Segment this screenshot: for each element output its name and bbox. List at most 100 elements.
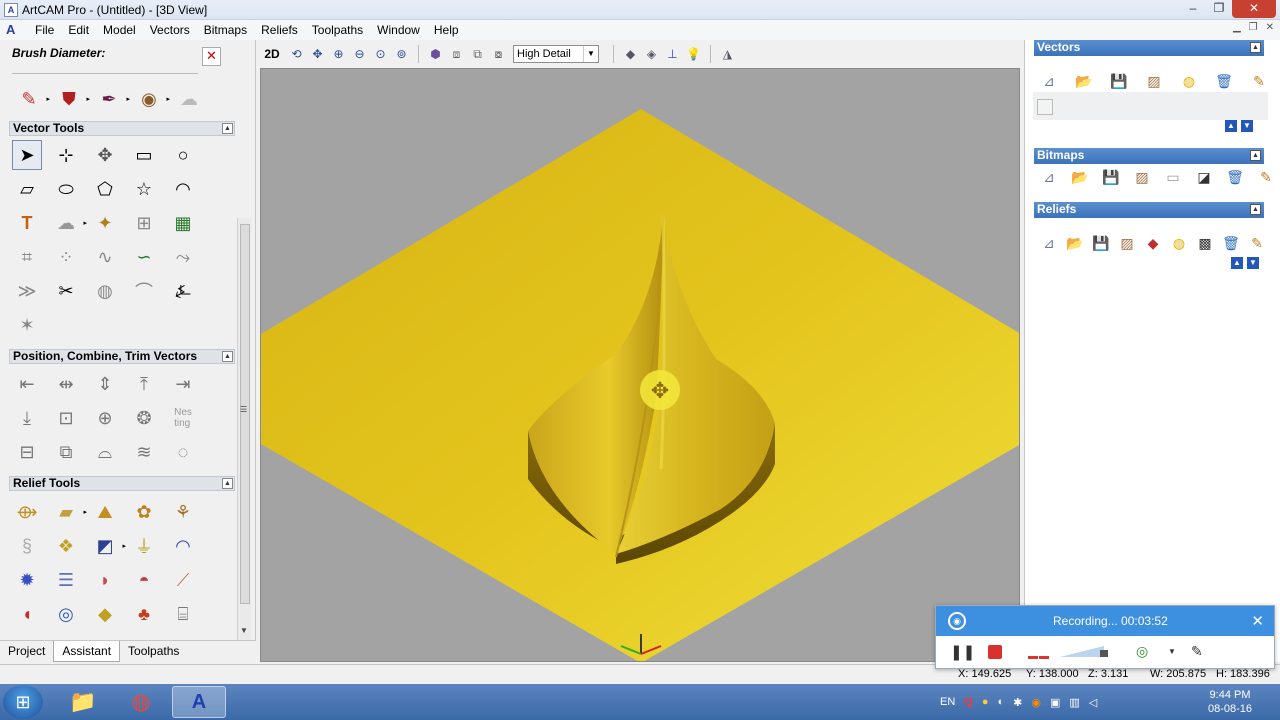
maximize-button[interactable]: ❐ [1206, 0, 1232, 18]
erase-tool-icon[interactable]: ☁ [174, 84, 204, 114]
fade-relief-icon[interactable]: ◓ [129, 565, 159, 595]
file-explorer-icon[interactable]: 📁 [56, 686, 110, 718]
sculpt-icon[interactable]: ✹ [12, 565, 42, 595]
pen-icon[interactable]: ✎ [1191, 643, 1203, 660]
slope-relief-icon[interactable]: ⟋ [168, 565, 198, 595]
align-bottom-icon[interactable]: ⤓ [12, 403, 42, 433]
collapse-icon[interactable]: ▲ [1250, 150, 1261, 161]
two-rail-sweep-icon[interactable]: ⛰ [90, 497, 120, 527]
measure-tool-icon[interactable]: ⍼ [168, 276, 198, 306]
system-clock[interactable]: 9:44 PM 08-08-16 [1208, 688, 1252, 716]
circular-array-icon[interactable]: ❂ [129, 403, 159, 433]
delete-icon[interactable]: 🗑 [1219, 232, 1243, 254]
nodes-tool-icon[interactable]: ⁘ [51, 242, 81, 272]
star-tool-icon[interactable]: ☆ [129, 174, 159, 204]
tab-assistant[interactable]: Assistant [53, 641, 121, 662]
new-relief-layer-icon[interactable]: ⊿ [1037, 232, 1061, 254]
collapse-icon[interactable]: ▲ [1250, 42, 1261, 53]
relief-merge-icon[interactable]: ♣ [129, 599, 159, 629]
menu-model[interactable]: Model [96, 23, 143, 37]
ellipse-tool-icon[interactable]: ⬭ [51, 174, 81, 204]
extrude-icon[interactable]: ▰ ▸ [51, 497, 87, 527]
chrome-icon[interactable]: ◍ [114, 686, 168, 718]
3d-view-viewport[interactable]: ✥ [260, 68, 1020, 662]
pencil-tool-icon[interactable]: ✎ ▸ [14, 84, 50, 114]
open-folder-icon[interactable]: 📂 [1063, 232, 1087, 254]
bas-relief-icon[interactable]: ◠ [168, 531, 198, 561]
spin-icon[interactable]: ✿ [129, 497, 159, 527]
move-down-icon[interactable]: ▼ [1241, 120, 1253, 132]
join-icon[interactable]: ⌓ [90, 437, 120, 467]
mdi-close-button[interactable]: ✕ [1266, 22, 1274, 33]
paste-icon[interactable]: ▨ [1142, 70, 1166, 92]
detail-level-select[interactable]: High Detail ▼ [513, 45, 599, 63]
network-icon[interactable]: ▥ [1069, 696, 1079, 709]
relief-clipart-icon[interactable]: ◩ ▸ [90, 531, 126, 561]
menu-file[interactable]: File [28, 23, 61, 37]
offset-relief-icon[interactable]: ◗ [90, 565, 120, 595]
lightbulb-icon[interactable]: ◍ [1167, 232, 1191, 254]
section-vector-tools[interactable]: Vector Tools ▲ [9, 121, 235, 136]
offset-tool-icon[interactable]: ⌗ [12, 242, 42, 272]
layer-visibility-checkbox[interactable] [1037, 99, 1053, 115]
panel-scrollbar[interactable] [237, 218, 251, 648]
paint-relief-icon[interactable]: ◖ [12, 599, 42, 629]
center-icon[interactable]: ⊕ [90, 403, 120, 433]
shape-editor-icon[interactable]: ⟴ [12, 497, 42, 527]
delete-icon[interactable]: 🗑 [1223, 166, 1247, 188]
cylinder-wrap-tool-icon[interactable]: ◍ [90, 276, 120, 306]
mdi-restore-button[interactable]: ❐ [1249, 22, 1258, 33]
bluetooth-icon[interactable]: ✱ [1013, 696, 1022, 709]
mdi-minimize-button[interactable]: ▁ [1233, 22, 1241, 33]
align-left-icon[interactable]: ⇤ [12, 369, 42, 399]
new-layer-icon[interactable]: ⊿ [1037, 70, 1061, 92]
scrollbar-thumb[interactable] [240, 224, 250, 604]
collapse-icon[interactable]: ▲ [1250, 204, 1261, 215]
tab-project[interactable]: Project [0, 641, 53, 662]
volume-icon[interactable]: ◁ [1089, 696, 1097, 709]
artcam-taskbar-icon[interactable]: A [172, 686, 226, 718]
move-up-icon[interactable]: ▲ [1231, 257, 1243, 269]
volume-slider-icon[interactable] [1060, 644, 1110, 658]
light-bulb-icon[interactable]: 💡 [683, 44, 704, 65]
reliefs-header[interactable]: Reliefs ▲ [1034, 202, 1264, 218]
view-2d-button[interactable]: 2D [258, 44, 286, 65]
axis-icon[interactable]: ⊥ [662, 44, 683, 65]
rotate-view-icon[interactable]: ⟲ [286, 44, 307, 65]
stop-icon[interactable] [988, 645, 1002, 659]
pipette-tool-icon[interactable]: ✒ ▸ [94, 84, 130, 114]
rectangle-tool-icon[interactable]: ▭ [129, 140, 159, 170]
new-bitmap-icon[interactable]: ⊿ [1037, 166, 1061, 188]
vectors-layer-list[interactable] [1033, 92, 1268, 120]
wireframe-icon[interactable]: ◈ [641, 44, 662, 65]
chevron-down-icon[interactable]: ▼ [583, 46, 598, 62]
align-center-v-icon[interactable]: ⇕ [90, 369, 120, 399]
save-icon[interactable]: 💾 [1107, 70, 1131, 92]
tab-toolpaths[interactable]: Toolpaths [120, 641, 187, 662]
arc-tool-icon[interactable]: ◠ [168, 174, 198, 204]
properties-icon[interactable]: ✎ [1245, 232, 1269, 254]
top-view-icon[interactable]: ⧈ [446, 44, 467, 65]
menu-vectors[interactable]: Vectors [143, 23, 197, 37]
close-button[interactable]: ✕ [1232, 0, 1276, 18]
center-page-icon[interactable]: ⊡ [51, 403, 81, 433]
align-right-icon[interactable]: ⇥ [168, 369, 198, 399]
properties-icon[interactable]: ✎ [1247, 70, 1271, 92]
chevron-down-icon[interactable]: ▼ [1168, 647, 1176, 656]
circle-tool-icon[interactable]: ○ [168, 140, 198, 170]
move-down-icon[interactable]: ▼ [1247, 257, 1259, 269]
bitmaps-header[interactable]: Bitmaps ▲ [1034, 148, 1264, 164]
document-menu-icon[interactable]: A [6, 22, 22, 38]
menu-edit[interactable]: Edit [61, 23, 96, 37]
polygon-tool-icon[interactable]: ⬠ [90, 174, 120, 204]
zoom-box-icon[interactable]: ⊙ [370, 44, 391, 65]
q-app-icon[interactable]: Q [964, 696, 973, 708]
section-relief-tools[interactable]: Relief Tools ▲ [9, 476, 235, 491]
text-tool-icon[interactable]: T [12, 208, 42, 238]
lightbulb-icon[interactable]: ◍ [1177, 70, 1201, 92]
menu-window[interactable]: Window [370, 23, 427, 37]
splitter-grip-icon[interactable]: ☰ [240, 405, 247, 414]
fonts-tool-icon[interactable]: ✦ [90, 208, 120, 238]
paste-icon[interactable]: ▨ [1130, 166, 1154, 188]
align-top-icon[interactable]: ⤒ [129, 369, 159, 399]
